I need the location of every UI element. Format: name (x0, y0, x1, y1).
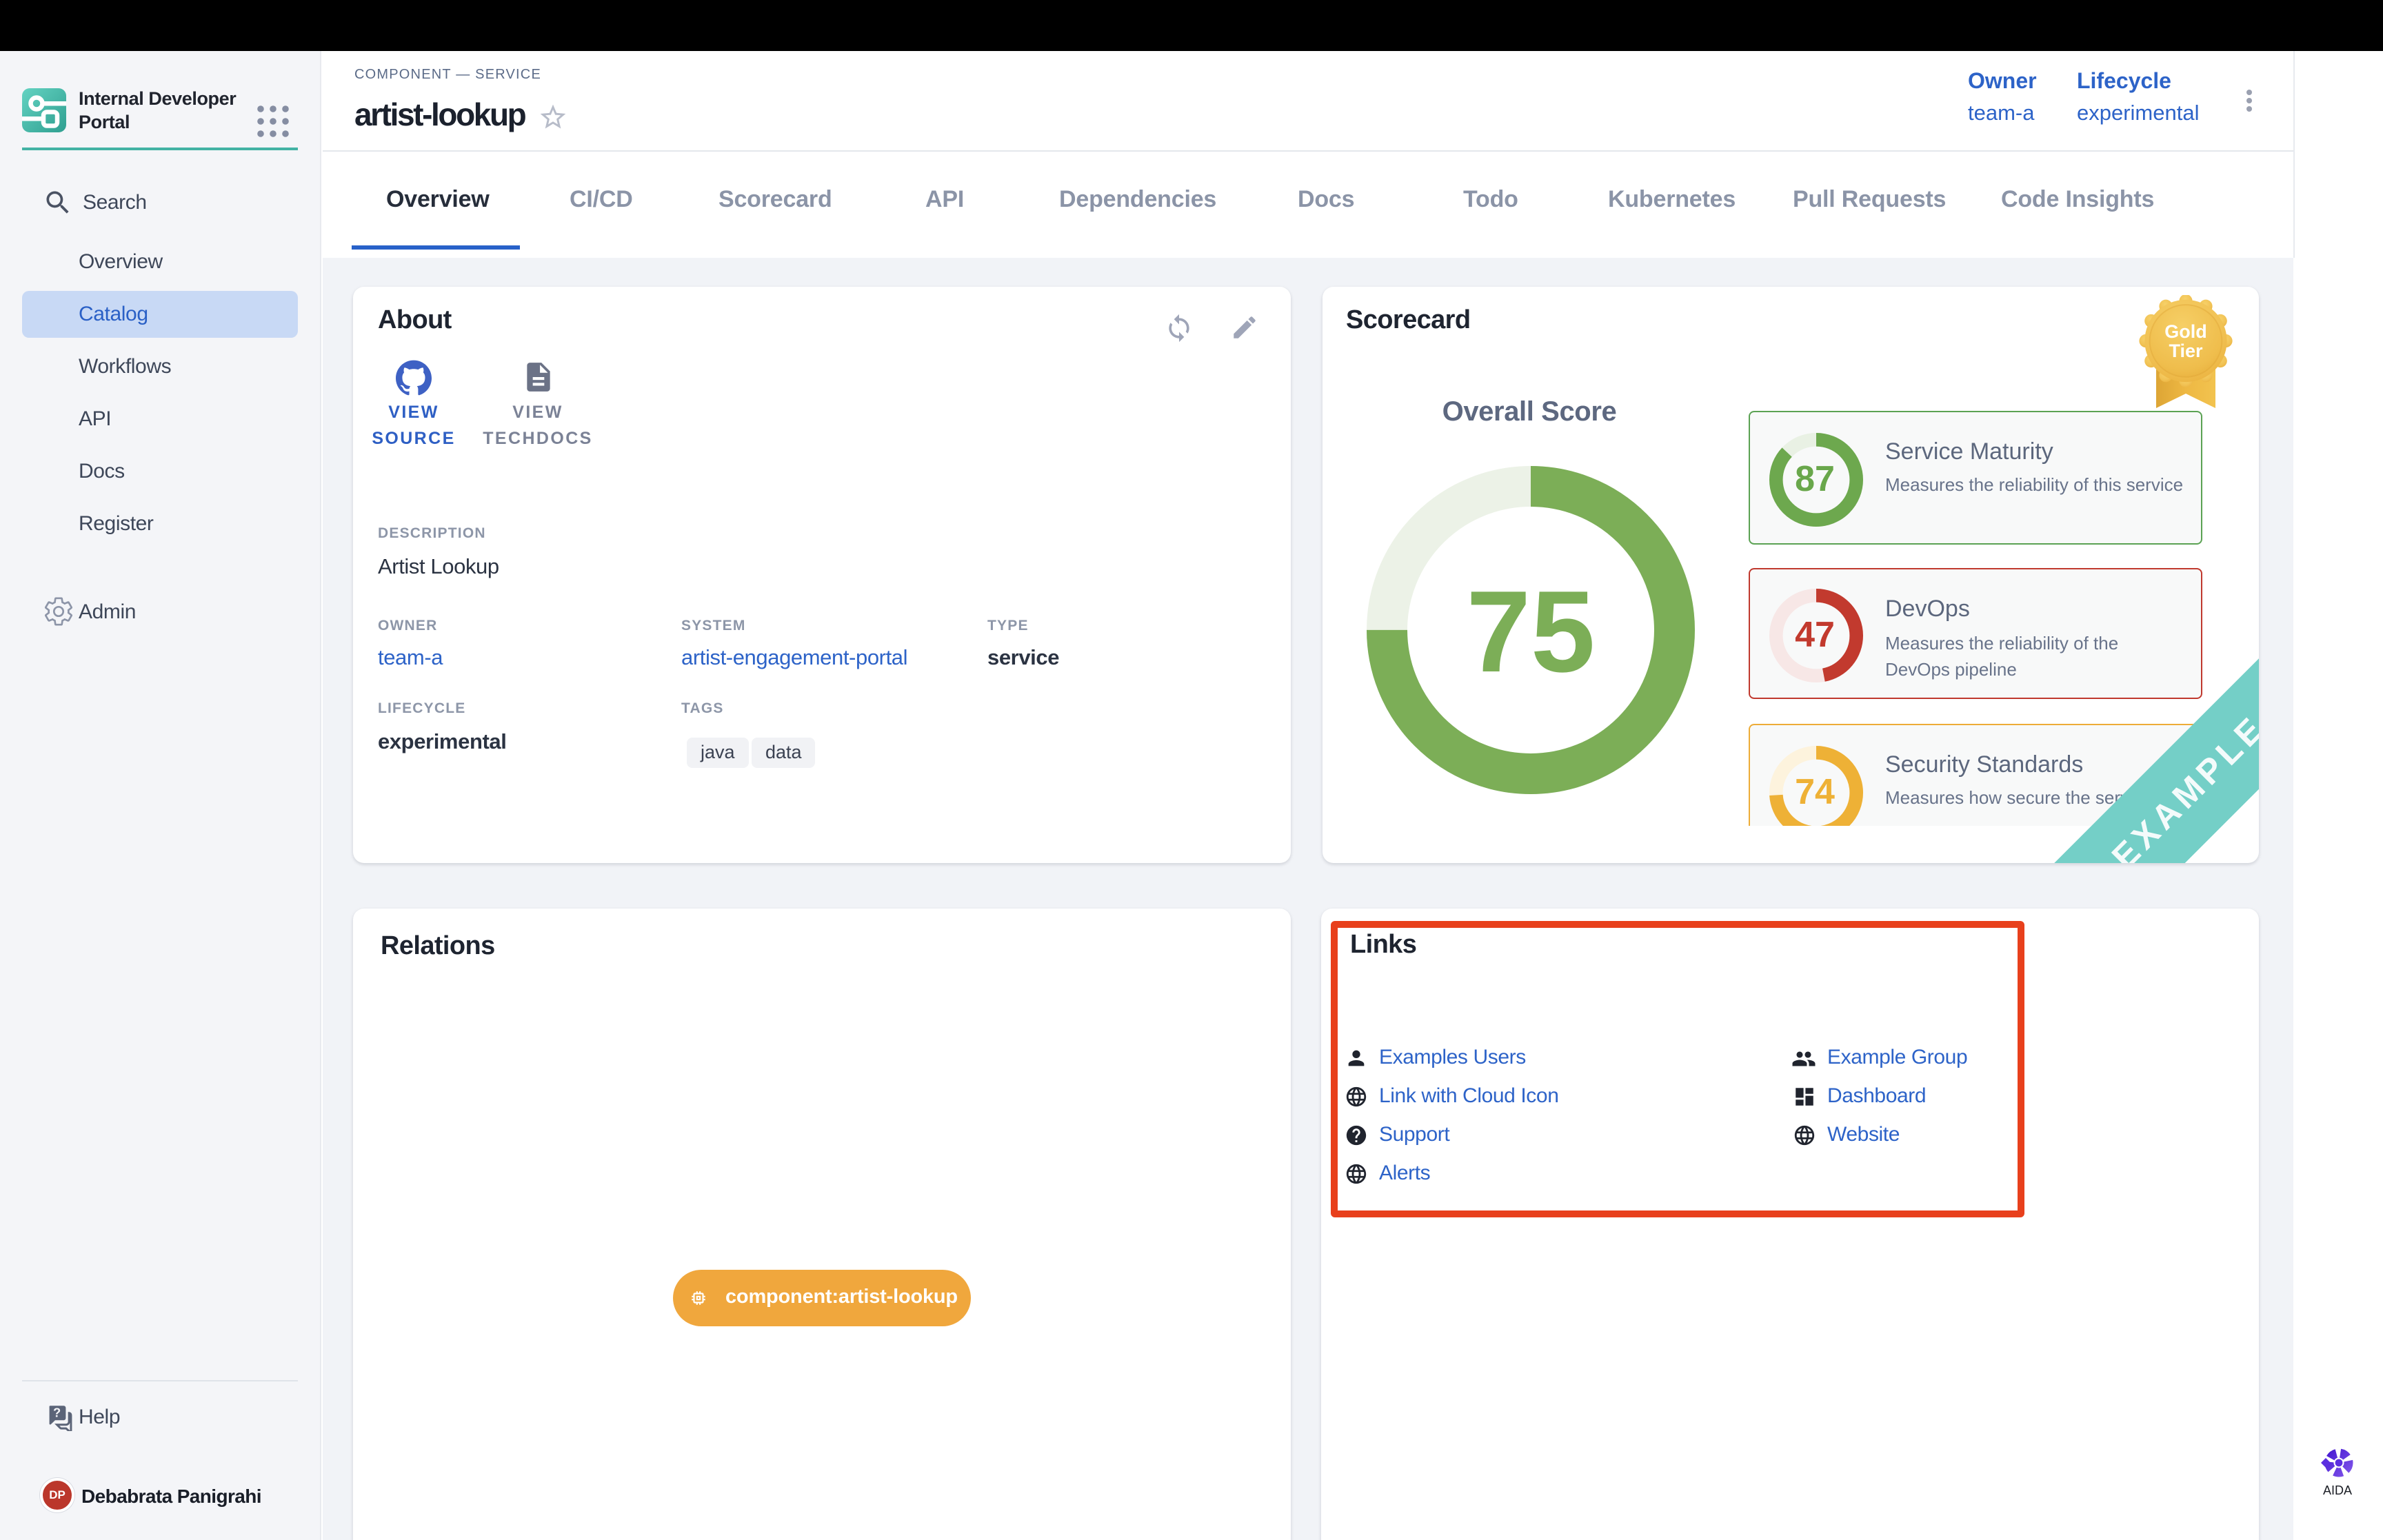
svg-text:Tier: Tier (2169, 341, 2203, 361)
svg-text:Gold: Gold (2164, 321, 2207, 342)
svg-text:?: ? (53, 1406, 61, 1420)
